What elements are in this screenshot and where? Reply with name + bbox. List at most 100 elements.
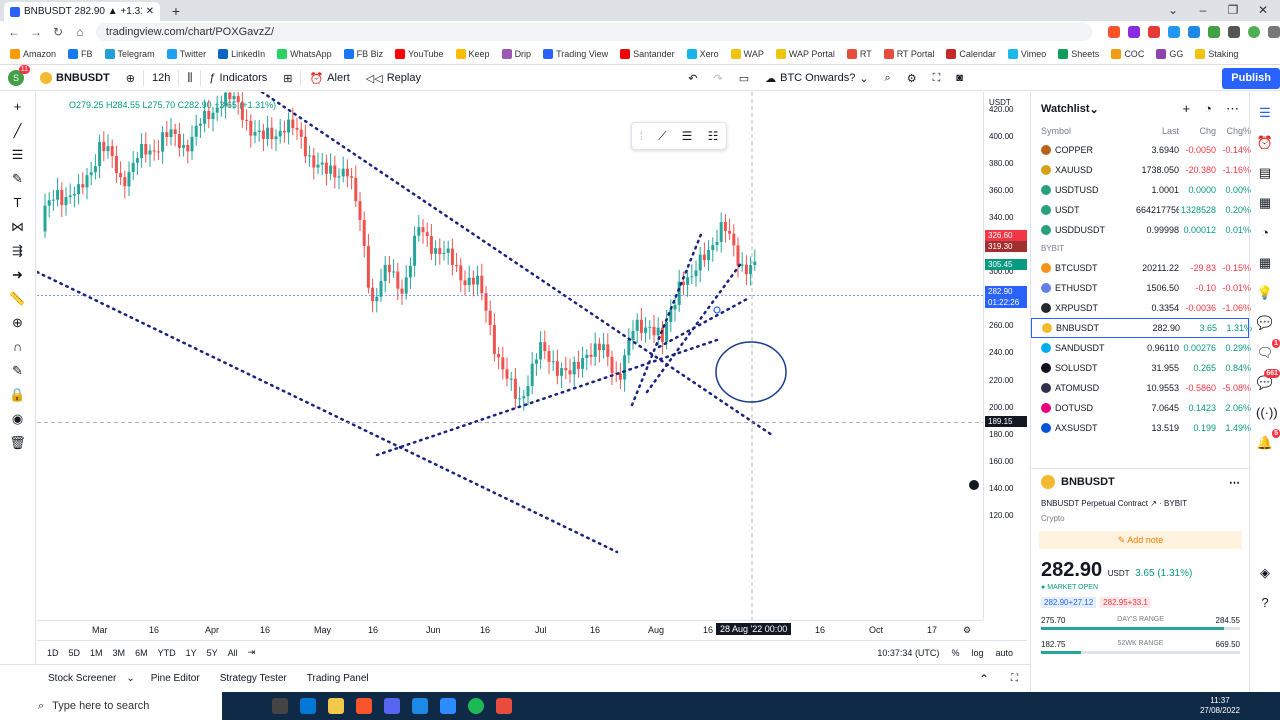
close-window-icon[interactable]: ✕ bbox=[1248, 0, 1278, 21]
chevron-up-icon[interactable]: ⌃ bbox=[969, 672, 999, 686]
watchlist-row[interactable]: AXSUSDT 13.519 0.199 1.49% bbox=[1031, 418, 1251, 438]
watchlist-icon[interactable]: ☰ bbox=[1256, 104, 1274, 122]
watchlist-row[interactable]: USDT 664217756C1328528 0.20% bbox=[1031, 200, 1251, 220]
spotify-icon[interactable] bbox=[468, 698, 484, 714]
bookmark-item[interactable]: Amazon bbox=[10, 48, 56, 59]
streams-icon[interactable]: 🗨 1 bbox=[1256, 339, 1280, 362]
help-icon[interactable]: ? bbox=[1256, 594, 1274, 612]
bookmark-item[interactable]: Xero bbox=[686, 48, 719, 59]
bookmark-item[interactable]: RT Portal bbox=[883, 48, 934, 59]
candle-type-icon[interactable]: ⫼ bbox=[179, 66, 200, 91]
compare-add-icon[interactable]: ⊕ bbox=[118, 66, 143, 91]
drawing-anchor[interactable] bbox=[713, 306, 721, 314]
broadcast-icon[interactable]: ((·)) bbox=[1256, 404, 1278, 422]
arrow-icon[interactable]: ➜ bbox=[8, 266, 28, 284]
bottom-tab[interactable]: Trading Panel bbox=[297, 673, 379, 684]
ideas-icon[interactable]: 💡 bbox=[1256, 284, 1274, 302]
bookmark-item[interactable]: FB bbox=[68, 48, 93, 59]
alarm-icon[interactable]: ⏰ bbox=[1256, 134, 1274, 152]
price-axis[interactable]: USDT420.00400.00380.00360.00340.00320.00… bbox=[983, 92, 1029, 620]
range-button[interactable]: 1M bbox=[90, 648, 103, 658]
bookmark-item[interactable]: RT bbox=[846, 48, 872, 59]
system-clock[interactable]: 11:37 27/08/2022 bbox=[1200, 696, 1280, 716]
undo-icon[interactable]: ↶ bbox=[680, 66, 705, 91]
watchlist-title[interactable]: Watchlist bbox=[1041, 103, 1090, 115]
watchlist-row[interactable]: XRPUSDT 0.3354 -0.0036 -1.06% bbox=[1031, 298, 1251, 318]
brave-shield-icon[interactable] bbox=[1108, 26, 1120, 38]
time-axis[interactable]: Mar 16 Apr 16 May 16 Jun 16 Jul 16 Aug 16 16 Oct 17 28 … bbox=[37, 620, 983, 638]
watchlist-column-header[interactable]: Symbol bbox=[1041, 126, 1136, 140]
add-note-button[interactable]: ✎ Add note bbox=[1039, 531, 1242, 549]
news-icon[interactable]: ▦ bbox=[1256, 194, 1274, 212]
bookmark-item[interactable]: Drip bbox=[501, 48, 531, 59]
circle-annotation[interactable] bbox=[715, 341, 787, 403]
maximize-icon[interactable]: ❐ bbox=[1218, 0, 1248, 21]
url-field[interactable]: tradingview.com/chart/POXGavzZ/ bbox=[95, 23, 1092, 41]
watchlist-row[interactable]: COPPER 3.6940 -0.0050 -0.14% bbox=[1031, 140, 1251, 160]
trend-line[interactable] bbox=[630, 230, 704, 407]
bottom-tab[interactable]: Stock Screener bbox=[0, 673, 120, 684]
goto-date-icon[interactable]: ⇥ bbox=[248, 647, 256, 658]
trash-icon[interactable]: 🗑 bbox=[8, 434, 28, 452]
bookmark-item[interactable]: Vimeo bbox=[1007, 48, 1046, 59]
calendar-icon[interactable]: ▦ bbox=[1256, 254, 1274, 272]
bookmark-item[interactable]: COC bbox=[1111, 48, 1144, 59]
auto-toggle[interactable]: auto bbox=[995, 648, 1013, 658]
watchlist-row[interactable]: DOTUSD 7.0645 0.1423 2.06% bbox=[1031, 398, 1251, 418]
task-view-icon[interactable] bbox=[272, 698, 288, 714]
bookmark-item[interactable]: YouTube bbox=[395, 48, 444, 59]
watchlist-column-header[interactable]: Last bbox=[1136, 126, 1179, 140]
range-button[interactable]: 1Y bbox=[186, 648, 197, 658]
advanced-view-icon[interactable]: ◔ bbox=[1204, 101, 1212, 117]
watchlist-row[interactable]: SANDUSDT 0.96110 0.00276 0.29% bbox=[1031, 338, 1251, 358]
watchlist-row[interactable]: USDTUSD 1.0001 0.0000 0.00% bbox=[1031, 180, 1251, 200]
puzzle-icon[interactable] bbox=[1228, 26, 1240, 38]
alert-button[interactable]: ⏰ Alert bbox=[301, 66, 357, 91]
watchlist-column-header[interactable]: Chg% bbox=[1216, 126, 1251, 140]
more-icon[interactable]: ⋯ bbox=[1229, 476, 1240, 489]
bookmark-item[interactable]: Twitter bbox=[166, 48, 206, 59]
watchlist-row[interactable]: XAUUSD 1738.050 -20.380 -1.16% bbox=[1031, 160, 1251, 180]
drag-handle-icon[interactable]: ⁞ bbox=[640, 129, 643, 143]
data-window-icon[interactable]: ▤ bbox=[1256, 164, 1274, 182]
watchlist-column-header[interactable]: Chg bbox=[1179, 126, 1216, 140]
pattern-icon[interactable]: ⋈ bbox=[8, 218, 28, 236]
bookmark-item[interactable]: Santander bbox=[620, 48, 675, 59]
zoom-in-icon[interactable]: ⊕ bbox=[8, 314, 28, 332]
extension-icon[interactable] bbox=[1188, 26, 1200, 38]
log-toggle[interactable]: log bbox=[971, 648, 983, 658]
symbol-search-button[interactable]: BNBUSDT bbox=[32, 66, 118, 91]
magnet-icon[interactable]: ∩ bbox=[8, 338, 28, 356]
taskbar-search[interactable]: ⌕ Type here to search bbox=[0, 692, 222, 720]
trend-line[interactable] bbox=[375, 338, 719, 457]
forward-icon[interactable]: → bbox=[30, 25, 42, 39]
add-symbol-icon[interactable]: + bbox=[1183, 101, 1191, 117]
axis-settings-icon[interactable]: ⚙ bbox=[963, 625, 971, 636]
prediction-icon[interactable]: ⇶ bbox=[8, 242, 28, 260]
range-button[interactable]: 5Y bbox=[207, 648, 218, 658]
watchlist-row[interactable]: USDDUSDT 0.99998 0.00012 0.01% bbox=[1031, 220, 1251, 240]
range-button[interactable]: All bbox=[228, 648, 238, 658]
redo-icon[interactable]: ↷ bbox=[706, 66, 731, 91]
watchlist-section[interactable]: BYBIT bbox=[1031, 240, 1249, 258]
range-button[interactable]: 6M bbox=[135, 648, 148, 658]
bookmark-item[interactable]: Trading View bbox=[543, 48, 608, 59]
zoom-icon[interactable] bbox=[440, 698, 456, 714]
brave-icon[interactable] bbox=[356, 698, 372, 714]
bookmark-item[interactable]: WAP bbox=[730, 48, 764, 59]
replay-button[interactable]: ◁◁ Replay bbox=[358, 66, 429, 91]
brush-icon[interactable]: ✎ bbox=[8, 170, 28, 188]
watchlist-row[interactable]: BTCUSDT 20211.22 -29.83 -0.15% bbox=[1031, 258, 1251, 278]
new-tab-button[interactable]: + bbox=[167, 3, 185, 19]
profile-icon[interactable] bbox=[1248, 26, 1260, 38]
chevron-down-icon[interactable]: ⌄ bbox=[1090, 103, 1099, 116]
camera-icon[interactable]: ◙ bbox=[948, 66, 971, 91]
home-icon[interactable]: ⌂ bbox=[74, 25, 86, 39]
chart-pane[interactable]: O279.25 H284.55 L275.70 C282.90 +3.65 (+… bbox=[37, 92, 983, 620]
watchlist-row[interactable]: SOLUSDT 31.955 0.265 0.84% bbox=[1031, 358, 1251, 378]
tab-close-icon[interactable]: ✕ bbox=[146, 6, 154, 17]
app-icon[interactable] bbox=[496, 698, 512, 714]
eye-icon[interactable]: ◉ bbox=[8, 410, 28, 428]
price-chart[interactable] bbox=[37, 92, 983, 620]
watchlist-row[interactable]: ETHUSDT 1506.50 -0.10 -0.01% bbox=[1031, 278, 1251, 298]
